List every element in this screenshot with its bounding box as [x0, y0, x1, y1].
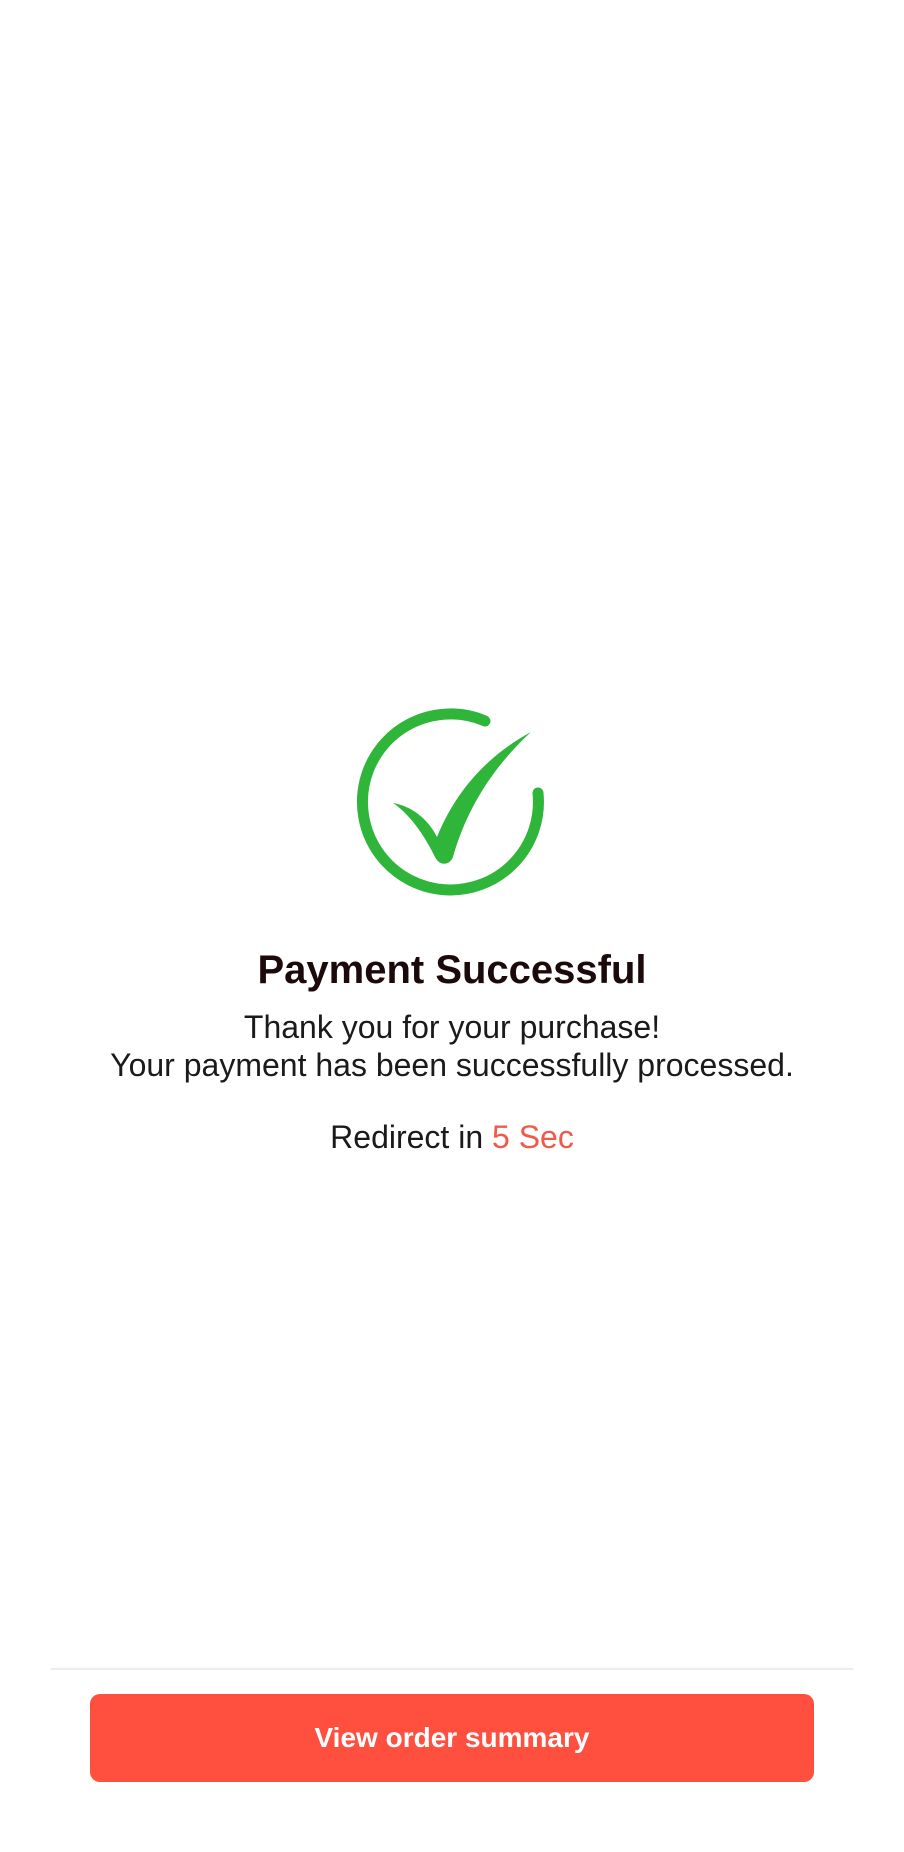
redirect-countdown: 5 Sec: [492, 1119, 574, 1155]
check-circle-icon: [355, 707, 549, 905]
redirect-label: Redirect in: [330, 1119, 484, 1155]
redirect-notice: Redirect in 5 Sec: [0, 1117, 904, 1157]
view-order-summary-button[interactable]: View order summary: [90, 1694, 814, 1782]
thank-you-message: Thank you for your purchase!: [243, 1009, 661, 1045]
payment-processed-message: Your payment has been successfully proce…: [110, 1047, 794, 1083]
bottom-action-bar: View order summary: [51, 1668, 853, 1852]
payment-status-title: Payment Successful: [257, 948, 647, 992]
payment-success-screen: Payment Successful Thank you for your pu…: [0, 0, 904, 1852]
